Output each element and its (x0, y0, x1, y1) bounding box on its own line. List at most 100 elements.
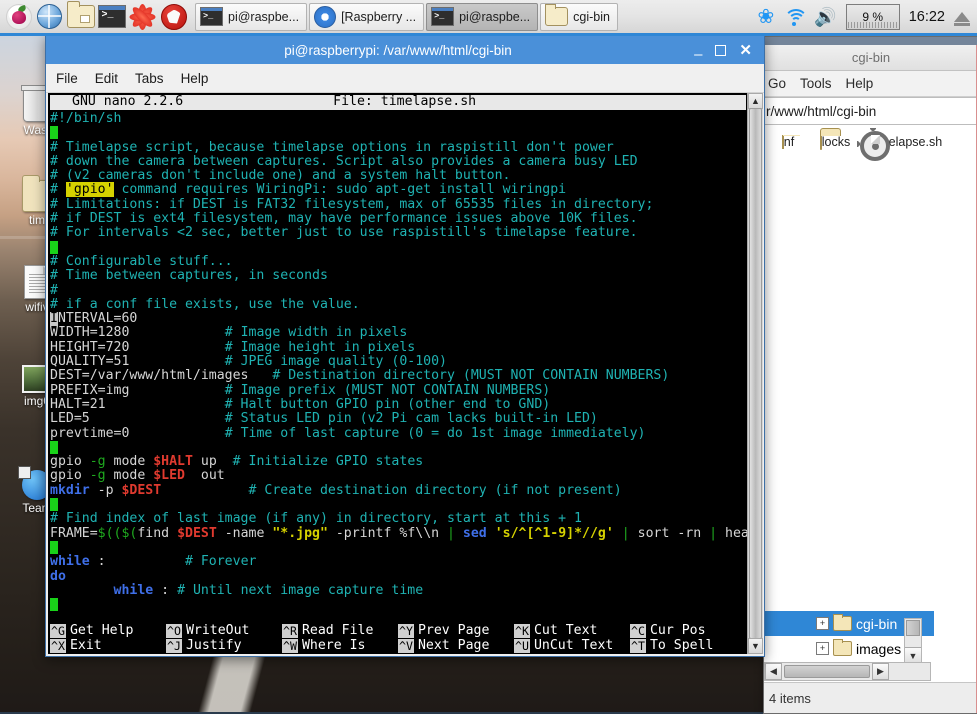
file-manager-menubar[interactable]: Go Tools Help (764, 71, 977, 97)
nano-token: NTERVAL=60 (57, 311, 138, 327)
nano-shortcut[interactable]: ^W Where Is (282, 637, 398, 654)
eject-icon[interactable] (954, 11, 970, 26)
nano-line: # Configurable stuff... (50, 254, 746, 269)
wolfram-icon[interactable] (158, 1, 189, 32)
nano-token: -p (89, 482, 122, 498)
scroll-left-icon[interactable]: ◀ (765, 663, 782, 680)
nano-shortcut[interactable]: ^Y Prev Page (398, 623, 514, 638)
menu-help[interactable]: Help (181, 71, 209, 86)
web-browser-icon[interactable] (34, 1, 65, 32)
nano-token: : (97, 554, 170, 570)
system-tray[interactable]: ❀ 🔊 9 % 16:22 (758, 3, 977, 30)
menu-go[interactable]: Go (768, 76, 786, 91)
file-list: nf locks timelapse.sh (764, 125, 977, 161)
nano-line (50, 598, 746, 612)
maximize-button[interactable] (715, 44, 727, 56)
file-item-timelapse-script[interactable]: timelapse.sh (857, 128, 942, 161)
nano-shortcut[interactable]: ^T To Spell (630, 638, 746, 654)
terminal-screen[interactable]: GNU nano 2.2.6 File: timelapse.sh #!/bin… (48, 93, 762, 654)
menu-edit[interactable]: Edit (95, 71, 118, 86)
scroll-down-icon[interactable]: ▼ (748, 638, 763, 654)
terminal-window[interactable]: pi@raspberrypi: /var/www/html/cgi-bin – … (45, 35, 765, 657)
nano-token: 'gpio' (65, 182, 114, 198)
file-manager-icon[interactable] (65, 1, 96, 32)
scroll-down-icon[interactable]: ▼ (905, 647, 921, 663)
file-manager-path-bar[interactable]: r/www/html/cgi-bin (764, 97, 977, 125)
volume-icon[interactable]: 🔊 (814, 8, 836, 26)
nano-token: # Find index of last image (if any) in d… (50, 511, 582, 527)
nano-shortcut[interactable]: ^R Read File (282, 623, 398, 638)
nano-shortcut-label: Cur Pos (649, 622, 706, 638)
scrollbar-thumb[interactable] (784, 665, 870, 678)
task-button-browser[interactable]: [Raspberry ... (309, 2, 425, 31)
scrollbar-thumb[interactable] (906, 620, 920, 636)
nano-shortcut[interactable]: ^J Justify (166, 638, 282, 654)
task-button-file-manager[interactable]: cgi-bin (540, 2, 618, 31)
nano-token: I (50, 311, 58, 327)
nano-shortcut-key: ^Y (398, 623, 414, 638)
terminal-vertical-scrollbar[interactable]: ▲ ▼ (747, 93, 763, 654)
window-controls[interactable]: – ✕ (694, 43, 764, 62)
nano-shortcut[interactable]: ^O WriteOut (166, 623, 282, 638)
file-manager-window[interactable]: cgi-bin Go Tools Help r/www/html/cgi-bin… (763, 36, 977, 714)
terminal-icon[interactable] (96, 1, 127, 32)
nano-token: # Halt button GPIO pin (other end to GND… (224, 396, 551, 412)
raspberry-menu-icon[interactable] (3, 1, 34, 32)
nano-token: $HALT (153, 454, 193, 470)
nano-token: # Create destination directory (if not p… (248, 482, 622, 498)
nano-line: # Time between captures, in seconds (50, 269, 746, 283)
cpu-monitor[interactable]: 9 % (845, 3, 900, 30)
tree-horizontal-scrollbar[interactable]: ◀ ▶ (764, 662, 931, 681)
taskbar-launchers[interactable] (0, 0, 191, 33)
nano-shortcut-label: Where Is (301, 637, 366, 653)
nano-shortcut[interactable]: ^V Next Page (398, 638, 514, 654)
nano-shortcut-row: ^G Get Help ^O WriteOut ^R Read File ^Y Prev Pa… (50, 623, 746, 638)
task-button-terminal-1[interactable]: pi@raspbe... (195, 2, 308, 31)
clock[interactable]: 16:22 (909, 9, 945, 25)
scroll-right-icon[interactable]: ▶ (872, 663, 889, 680)
terminal-menubar[interactable]: File Edit Tabs Help (46, 64, 764, 93)
nano-line: prevtime=0 # Time of last capture (0 = d… (50, 426, 746, 441)
nano-token (50, 583, 114, 598)
nano-shortcut-key: ^K (514, 623, 530, 638)
bluetooth-icon[interactable]: ❀ (758, 7, 775, 27)
nano-token: command requires WiringPi: sudo apt-get … (113, 182, 567, 198)
menu-file[interactable]: File (56, 71, 78, 86)
close-button[interactable]: ✕ (739, 43, 752, 58)
folder-icon (833, 614, 852, 631)
task-button-terminal-2[interactable]: pi@raspbe... (426, 2, 539, 31)
menu-help[interactable]: Help (846, 76, 874, 91)
nano-editor-text[interactable]: #!/bin/sh # Timelapse script, because tim… (50, 111, 757, 619)
nano-shortcut[interactable]: ^G Get Help (50, 623, 166, 638)
nano-cursor-block (50, 440, 58, 454)
terminal-titlebar[interactable]: pi@raspberrypi: /var/www/html/cgi-bin – … (46, 36, 764, 64)
nano-shortcut[interactable]: ^X Exit (50, 638, 166, 654)
file-item-conf[interactable]: nf (764, 135, 800, 149)
terminal-icon (431, 7, 455, 26)
tree-vertical-scrollbar[interactable]: ▼ (904, 618, 922, 664)
nano-line: # if DEST is ext4 filesystem, may have p… (50, 211, 746, 226)
taskbar-window-buttons[interactable]: pi@raspbe... [Raspberry ... pi@raspbe...… (191, 2, 618, 31)
nano-token: # (50, 182, 66, 198)
tree-item-label: cgi-bin (856, 615, 898, 632)
minimize-button[interactable]: – (694, 47, 702, 62)
nano-shortcut-key: ^O (166, 623, 182, 638)
nano-token: -g (89, 468, 106, 484)
expander-icon[interactable]: + (816, 642, 829, 655)
nano-shortcut[interactable]: ^K Cut Text (514, 623, 630, 638)
nano-shortcut-key: ^V (398, 638, 414, 654)
nano-token (90, 411, 225, 426)
menu-tools[interactable]: Tools (800, 76, 832, 91)
scroll-up-icon[interactable]: ▲ (748, 93, 763, 109)
nano-token: PREFIX=img (50, 382, 130, 398)
nano-token (487, 526, 495, 541)
nano-shortcut[interactable]: ^C Cur Pos (630, 622, 746, 638)
taskbar[interactable]: pi@raspbe... [Raspberry ... pi@raspbe...… (0, 0, 977, 36)
nano-token: # Limitations: if DEST is FAT32 filesyst… (50, 196, 654, 212)
scrollbar-thumb[interactable] (749, 108, 762, 639)
expander-icon[interactable]: + (816, 617, 829, 630)
mathematica-icon[interactable] (127, 1, 158, 32)
nano-shortcut[interactable]: ^U UnCut Text (514, 638, 630, 654)
menu-tabs[interactable]: Tabs (135, 71, 164, 86)
wifi-icon[interactable] (783, 8, 809, 26)
